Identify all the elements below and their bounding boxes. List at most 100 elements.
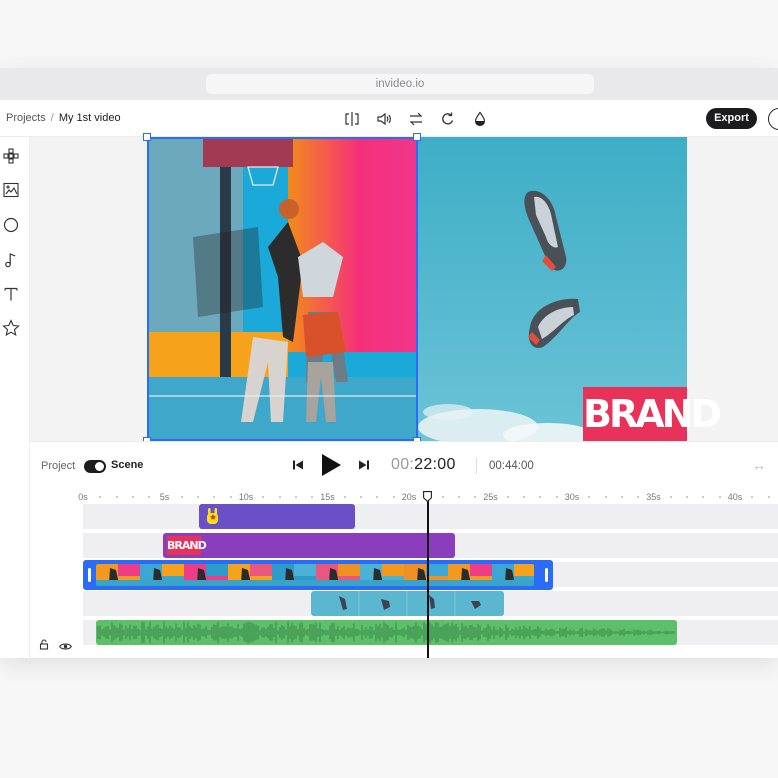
ruler-dot [213, 496, 216, 498]
music-icon[interactable] [2, 251, 20, 269]
brand-logo-overlay[interactable]: BRAND [583, 387, 722, 441]
video-track [83, 560, 778, 590]
ruler-dot [99, 496, 102, 498]
timeline[interactable]: 0s 5s 10s 15s 20s 25s 30s 35s 40s BRAND [30, 489, 778, 658]
ruler-dot [360, 496, 363, 498]
ruler-dot [686, 496, 689, 498]
rotate-icon[interactable] [438, 109, 458, 129]
ruler-dot [474, 496, 477, 498]
media-icon[interactable] [2, 181, 20, 199]
ruler-dot [718, 496, 721, 498]
playhead-handle[interactable] [423, 489, 432, 503]
ruler-dot [229, 496, 232, 498]
resize-handle-top-left[interactable] [143, 133, 151, 141]
split-icon[interactable] [342, 109, 362, 129]
ruler-tick-label: 35s [646, 492, 661, 502]
ruler-dot [180, 496, 183, 498]
breadcrumb-current: My 1st video [58, 112, 121, 124]
project-scene-toggle[interactable] [84, 460, 106, 473]
volume-icon[interactable] [374, 109, 394, 129]
edit-toolbar [342, 109, 490, 129]
ruler-dot [702, 496, 705, 498]
ruler-tick-label: 5s [159, 492, 170, 502]
ruler-tick-label: 40s [727, 492, 743, 502]
trim-handle-left[interactable] [88, 568, 91, 582]
ruler-tick-label: 15s [320, 492, 335, 502]
play-icon[interactable] [319, 453, 343, 477]
ruler-dot [294, 496, 297, 498]
ruler-dot [343, 496, 346, 498]
lock-icon[interactable] [39, 637, 50, 655]
expand-timeline-icon[interactable]: ↔ [752, 457, 766, 473]
brand-clip[interactable]: BRAND [163, 533, 455, 558]
hand-sticker-icon [207, 508, 218, 524]
ruler-tick-label: 10s [238, 492, 254, 502]
swap-icon[interactable] [406, 109, 426, 129]
skip-forward-icon[interactable] [357, 458, 371, 472]
sticker-clip[interactable] [199, 504, 355, 529]
browser-bar: invideo.io [0, 68, 778, 100]
ruler-dot [767, 496, 770, 498]
ruler-dot [262, 496, 265, 498]
ruler-dot [506, 496, 509, 498]
sticker-track [83, 504, 778, 529]
preview-canvas: BRAND [30, 133, 778, 445]
ruler-dot [197, 496, 200, 498]
templates-icon[interactable] [2, 147, 20, 165]
avatar[interactable] [768, 108, 778, 130]
ruler-dot [441, 496, 444, 498]
ruler-dot [555, 496, 558, 498]
scene-mode-label: Scene [111, 459, 144, 471]
playback-controls: Project Scene 00:22:00 00:44:00 ↔ [30, 441, 778, 489]
selected-scene-outline [147, 137, 418, 441]
visibility-eye-icon[interactable] [59, 638, 72, 656]
app-window: invideo.io Projects / My 1st video Expor… [0, 68, 778, 658]
ruler-tick-label: 0s [78, 492, 88, 502]
ruler-dot [376, 496, 379, 498]
sneakers-clip[interactable] [311, 591, 504, 616]
ruler-dot [131, 496, 134, 498]
audio-track [83, 620, 778, 645]
ruler-dot [588, 496, 591, 498]
ruler-tick-label: 30s [564, 492, 580, 502]
export-button[interactable]: Export [706, 108, 757, 129]
ruler-dot [751, 496, 754, 498]
current-time-hours: 00: [391, 456, 415, 473]
project-mode-label: Project [41, 460, 76, 472]
brand-clip-thumbnail: BRAND [167, 536, 207, 555]
time-divider [476, 458, 477, 474]
current-time-value: 22:00 [414, 456, 456, 473]
overlay-video-track [83, 591, 778, 616]
video-clip[interactable] [83, 560, 553, 590]
ruler-dot [457, 496, 460, 498]
top-header: Projects / My 1st video Export [0, 100, 778, 137]
stickers-icon[interactable] [2, 216, 20, 234]
breadcrumb-projects[interactable]: Projects [6, 112, 46, 124]
ruler-dot [523, 496, 526, 498]
ruler-dot [115, 496, 118, 498]
ruler-dot [620, 496, 623, 498]
ruler-dot [669, 496, 672, 498]
trim-handle-right[interactable] [545, 568, 548, 582]
favorites-icon[interactable] [2, 319, 20, 337]
ruler-dot [311, 496, 314, 498]
text-icon[interactable] [2, 285, 20, 303]
color-drop-icon[interactable] [470, 109, 490, 129]
skip-back-icon[interactable] [291, 458, 305, 472]
current-time: 00:22:00 [391, 456, 456, 474]
video-clip-filmstrip [96, 564, 534, 586]
url-field[interactable]: invideo.io [206, 74, 594, 94]
ruler-dot [392, 496, 395, 498]
ruler-dot [604, 496, 607, 498]
audio-clip[interactable] [96, 620, 677, 645]
ruler-tick-label: 20s [401, 492, 417, 502]
resize-handle-top-right[interactable] [413, 133, 421, 141]
ruler-tick-label: 25s [483, 492, 498, 502]
total-duration: 00:44:00 [489, 460, 534, 472]
breadcrumb-separator: / [50, 112, 54, 124]
ruler-dot [539, 496, 542, 498]
brand-track: BRAND [83, 533, 778, 558]
left-sidebar [0, 137, 30, 658]
breadcrumb: Projects / My 1st video [6, 112, 121, 124]
ruler-dot [278, 496, 281, 498]
